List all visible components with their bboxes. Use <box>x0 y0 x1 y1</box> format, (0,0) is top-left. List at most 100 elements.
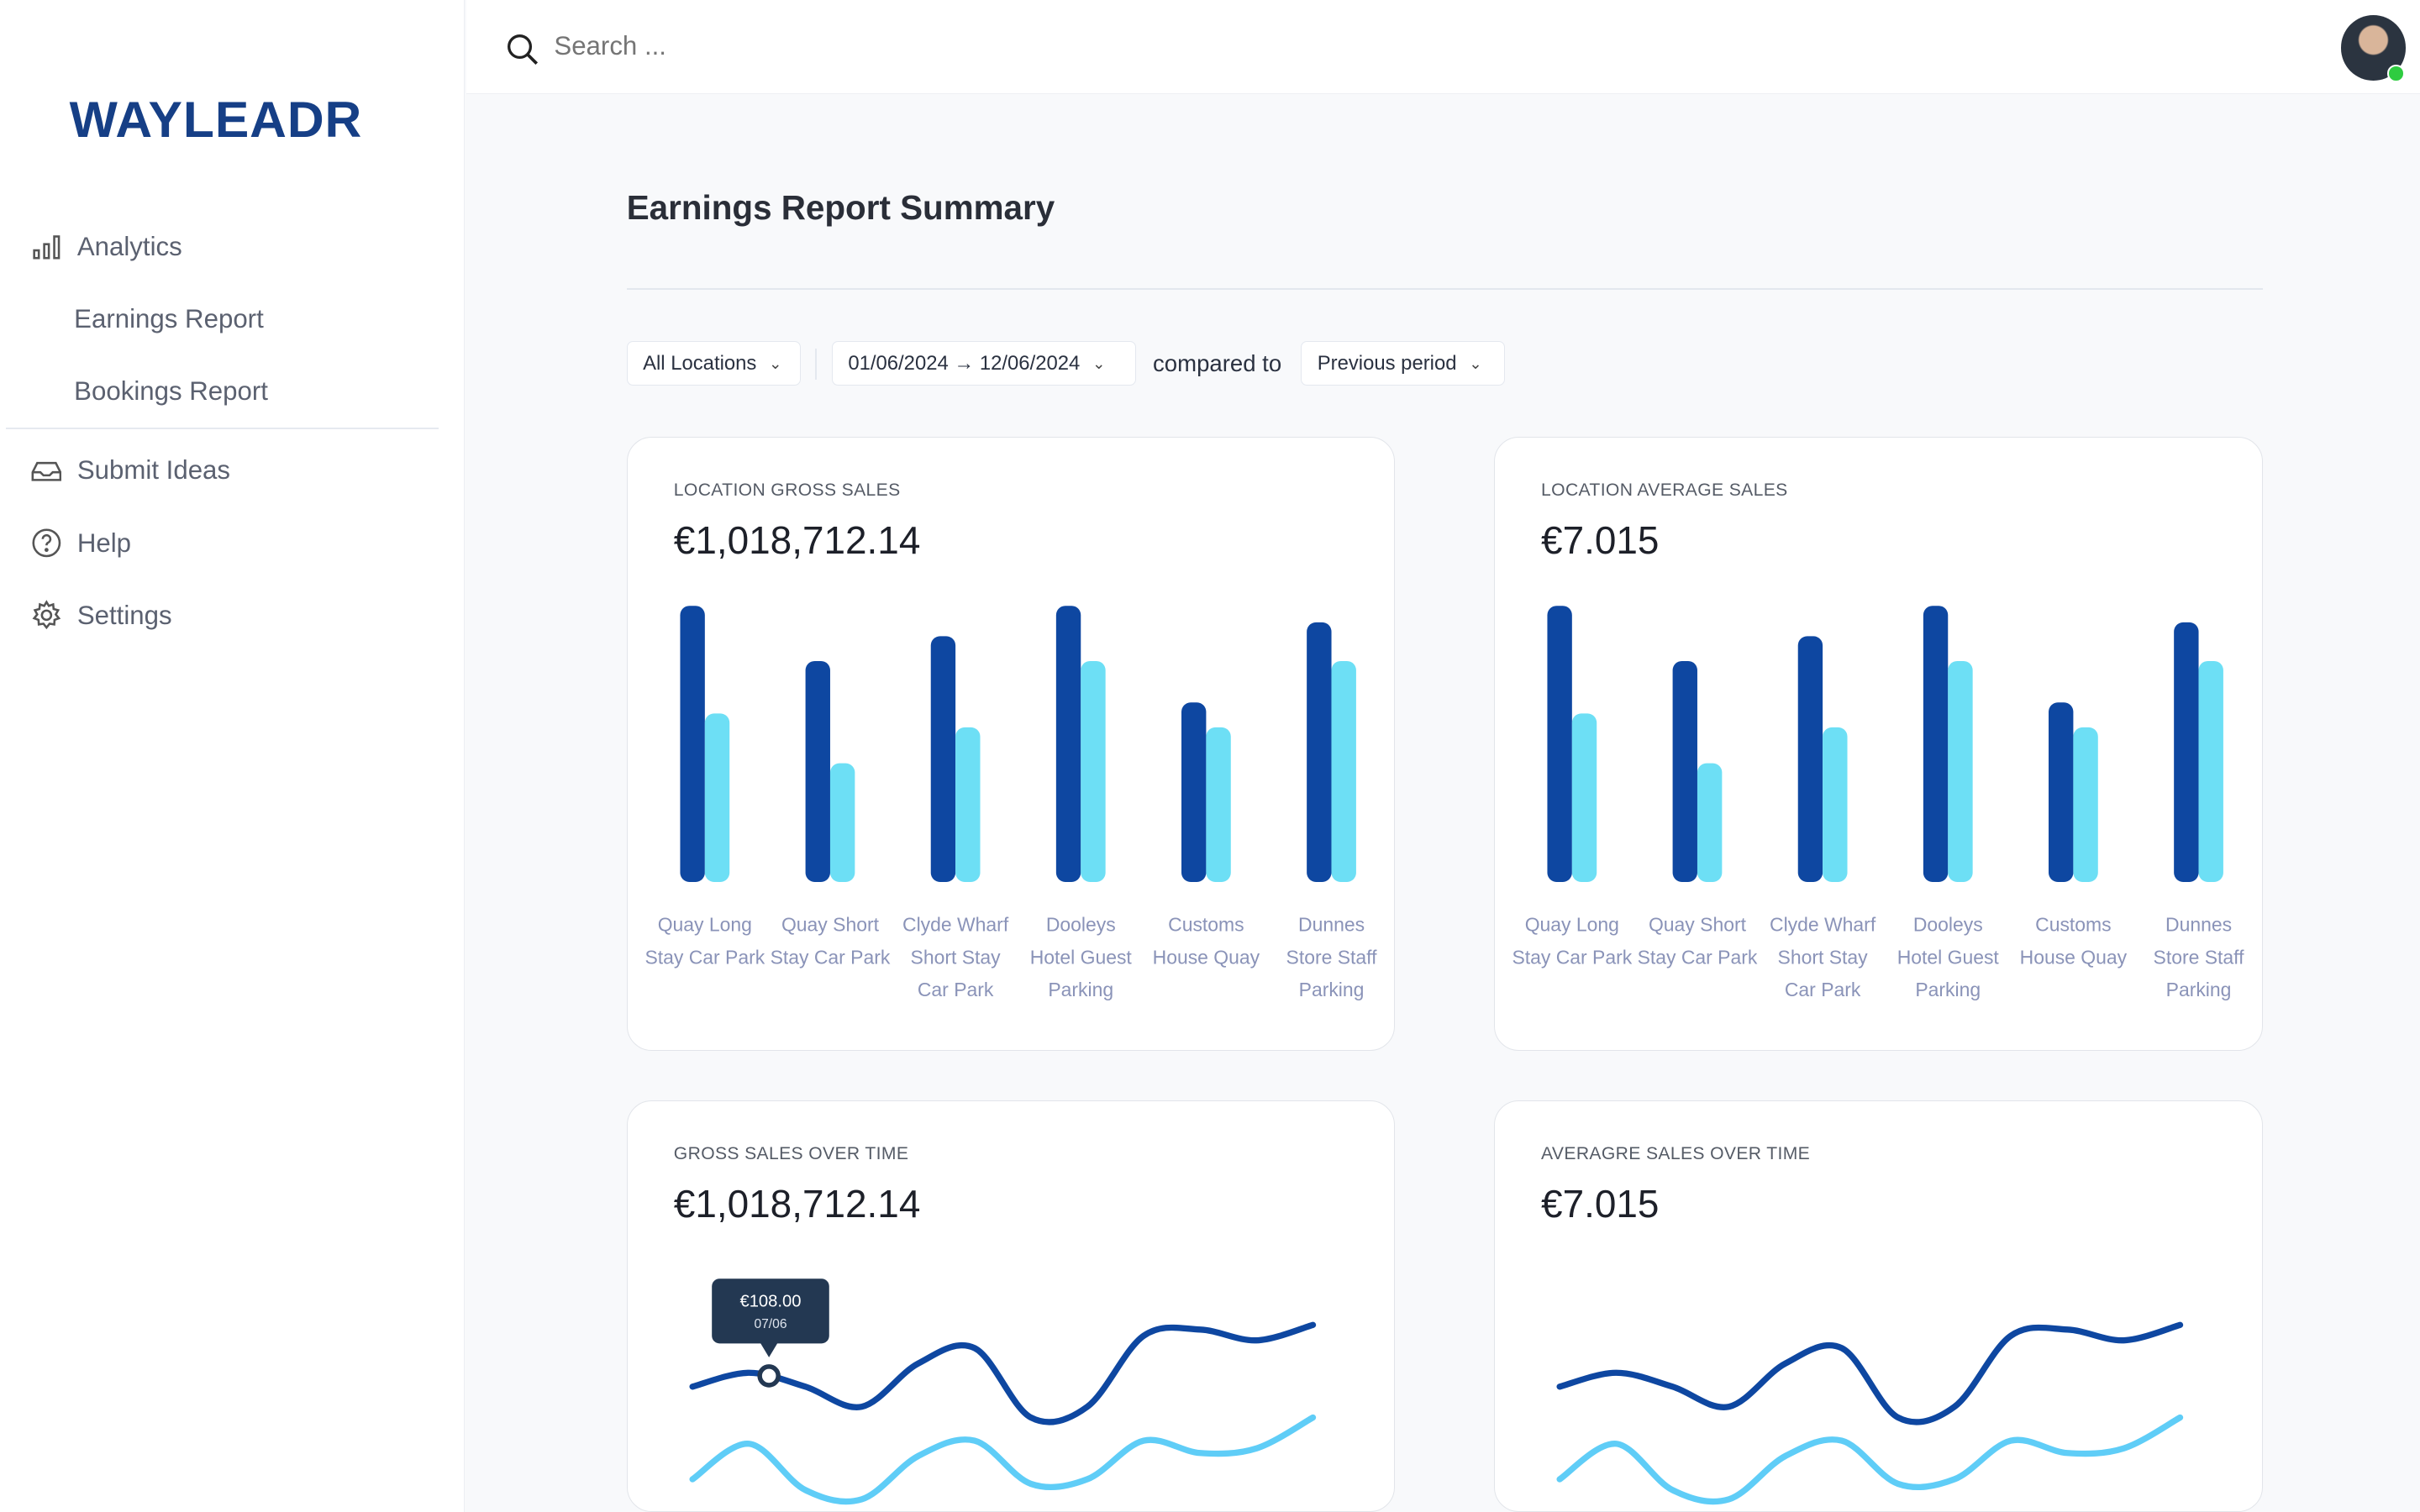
bar-chart: Quay Long Stay Car Park Quay Short Stay Car… <box>1512 605 2245 1000</box>
x-tick-label: Customs <box>1168 914 1244 936</box>
chevron-down-icon: ⌄ <box>1092 354 1106 372</box>
title-divider <box>626 288 2263 291</box>
average-sales-over-time-card: AVERAGRE SALES OVER TIME €7.015 <box>1493 1100 2263 1512</box>
bar-previous[interactable] <box>1331 660 1356 882</box>
bar-current[interactable] <box>805 660 830 882</box>
location-gross-sales-card: LOCATION GROSS SALES €1,018,712.14 Quay … <box>626 436 1396 1051</box>
bar-current[interactable] <box>1672 660 1697 882</box>
line-current <box>1556 1321 2184 1425</box>
x-tick-label: Stay Car Park <box>644 946 765 968</box>
x-tick-label: Clyde Wharf <box>1770 914 1876 936</box>
bar-previous[interactable] <box>1697 763 1723 882</box>
x-tick-label: Car Park <box>1785 979 1861 1000</box>
x-tick-label: Dooleys <box>1046 914 1116 936</box>
wayleadr-logo[interactable]: WAYLEADR <box>70 90 363 149</box>
bar-current[interactable] <box>2048 702 2074 882</box>
location-value: All Locations <box>643 351 757 375</box>
bar-current[interactable] <box>1547 605 1572 882</box>
x-tick-label: Dunnes <box>2165 914 2232 936</box>
line-chart <box>1556 1321 2184 1504</box>
sidebar-item-label: Help <box>76 528 132 558</box>
x-tick-label: Quay Short <box>1649 914 1747 936</box>
bar-previous[interactable] <box>1948 660 1973 882</box>
x-tick-label: Stay Car Park <box>1638 946 1758 968</box>
sidebar-item-label: Submit Ideas <box>76 455 231 486</box>
tooltip: €108.00 07/06 <box>711 1278 829 1357</box>
bar-current[interactable] <box>1923 605 1949 882</box>
x-tick-label: Quay Long <box>1525 914 1619 936</box>
bar-current[interactable] <box>1797 636 1823 882</box>
help-circle-icon <box>32 528 60 558</box>
bar-previous[interactable] <box>1823 727 1848 882</box>
bar-previous[interactable] <box>1080 660 1106 882</box>
bar-previous[interactable] <box>1206 727 1231 882</box>
bar-previous[interactable] <box>704 713 729 882</box>
bar-previous[interactable] <box>829 763 855 882</box>
highlight-point[interactable] <box>757 1363 781 1388</box>
sidebar: WAYLEADR Analytics Earnings Report Booki… <box>0 0 465 1512</box>
location-average-sales-card: LOCATION AVERAGE SALES €7.015 Quay Long S… <box>1493 436 2263 1051</box>
x-tick-label: Parking <box>1298 979 1364 1000</box>
sidebar-item-label: Settings <box>76 600 172 630</box>
sidebar-item-bookings-report[interactable]: Bookings Report <box>74 376 268 407</box>
bar-previous[interactable] <box>2198 660 2223 882</box>
search-input[interactable] <box>554 30 1018 61</box>
tooltip-date: 07/06 <box>754 1317 786 1331</box>
x-tick-label: Store Staff <box>2154 946 2245 968</box>
bar-current[interactable] <box>1181 702 1207 882</box>
tooltip-box <box>711 1278 829 1343</box>
sidebar-item-analytics[interactable]: Analytics <box>31 232 182 263</box>
x-tick-label: Short Stay <box>1778 946 1869 968</box>
bar-current[interactable] <box>1306 622 1332 882</box>
date-range-value: 01/06/2024 → 12/06/2024 <box>848 351 1081 375</box>
x-tick-label: Store Staff <box>1286 946 1377 968</box>
filter-separator <box>814 349 817 380</box>
line-previous <box>689 1414 1316 1504</box>
online-status-dot <box>2387 65 2405 82</box>
sidebar-item-help[interactable]: Help <box>31 528 131 559</box>
search-icon[interactable] <box>506 33 539 66</box>
bar-chart-icon <box>33 234 60 260</box>
x-tick-label: House Quay <box>1152 946 1260 968</box>
x-tick-label: Parking <box>2166 979 2232 1000</box>
chevron-down-icon: ⌄ <box>1469 354 1482 372</box>
bar-previous[interactable] <box>2073 727 2098 882</box>
inbox-icon <box>31 461 61 481</box>
app-root: WAYLEADR Analytics Earnings Report Booki… <box>0 0 2420 1512</box>
tooltip-pointer <box>759 1341 778 1357</box>
x-tick-label: Parking <box>1048 979 1113 1000</box>
x-tick-label: Hotel Guest <box>1029 946 1132 968</box>
x-tick-label: Quay Long <box>657 914 751 936</box>
bar-previous[interactable] <box>955 727 981 882</box>
x-tick-label: Customs <box>2035 914 2112 936</box>
sidebar-divider <box>6 427 439 429</box>
x-tick-label: Dooleys <box>1913 914 1983 936</box>
comparison-dropdown[interactable]: Previous period ⌄ <box>1301 340 1505 386</box>
x-tick-label: Hotel Guest <box>1897 946 2000 968</box>
x-tick-label: Stay Car Park <box>770 946 890 968</box>
line-chart: €108.00 07/06 <box>689 1278 1316 1504</box>
sidebar-item-submit-ideas[interactable]: Submit Ideas <box>31 455 230 486</box>
sidebar-item-settings[interactable]: Settings <box>31 600 172 631</box>
sidebar-item-earnings-report[interactable]: Earnings Report <box>74 304 264 334</box>
x-tick-label: Dunnes <box>1298 914 1365 936</box>
gross-sales-over-time-card: GROSS SALES OVER TIME €1,018,712.14 €108… <box>626 1100 1396 1512</box>
x-tick-label: Clyde Wharf <box>902 914 1009 936</box>
tooltip-value: €108.00 <box>739 1292 801 1310</box>
sidebar-item-label: Earnings Report <box>74 303 264 333</box>
location-dropdown[interactable]: All Locations ⌄ <box>626 340 802 386</box>
x-tick-label: Short Stay <box>910 946 1001 968</box>
page-title: Earnings Report Summary <box>626 188 1055 228</box>
bar-previous[interactable] <box>1571 713 1597 882</box>
date-range-dropdown[interactable]: 01/06/2024 → 12/06/2024 ⌄ <box>831 340 1136 386</box>
x-tick-label: House Quay <box>2020 946 2128 968</box>
bar-current[interactable] <box>1055 605 1081 882</box>
bar-current[interactable] <box>2174 622 2199 882</box>
gear-icon <box>32 600 60 630</box>
x-tick-label: Parking <box>1915 979 1981 1000</box>
bar-chart: Quay Long Stay Car Park Quay Short Stay Car… <box>644 605 1377 1000</box>
x-tick-label: Stay Car Park <box>1512 946 1632 968</box>
sidebar-item-label: Bookings Report <box>74 376 268 407</box>
bar-current[interactable] <box>930 636 955 882</box>
bar-current[interactable] <box>680 605 705 882</box>
